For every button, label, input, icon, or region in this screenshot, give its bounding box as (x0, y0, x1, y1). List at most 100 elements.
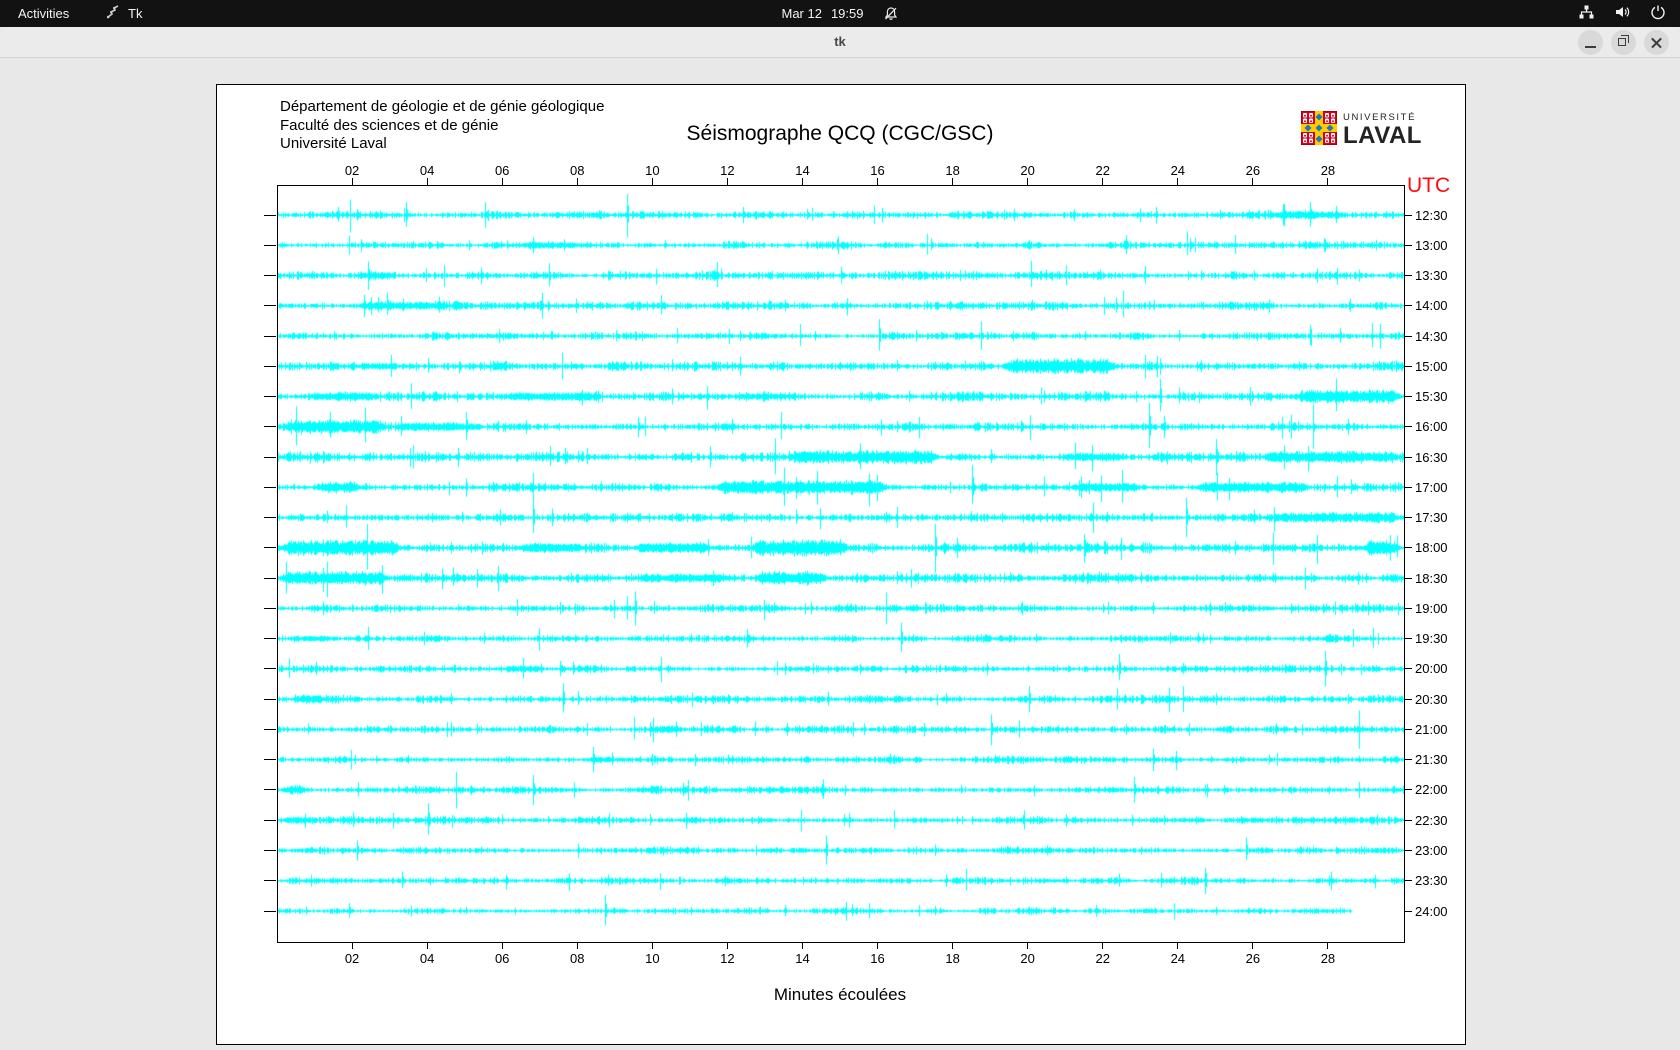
trace-tick-right (1404, 880, 1412, 881)
trace-tick-right (1404, 547, 1412, 548)
x-tick-label-bottom: 28 (1308, 951, 1348, 966)
tk-icon (106, 5, 121, 23)
trace-tick-right (1404, 850, 1412, 851)
trace-tick-left (264, 487, 276, 488)
utc-time-label: 14:00 (1415, 298, 1448, 313)
utc-time-label: 13:30 (1415, 268, 1448, 283)
utc-time-label: 24:00 (1415, 904, 1448, 919)
trace-tick-left (264, 850, 276, 851)
universite-laval-logo: UNIVERSITÉ LAVAL (1301, 111, 1422, 150)
trace-tick-right (1404, 396, 1412, 397)
utc-time-label: 15:30 (1415, 389, 1448, 404)
x-tick-label-top: 16 (858, 163, 898, 178)
trace-tick-left (264, 245, 276, 246)
trace-tick-right (1404, 911, 1412, 912)
x-tick-top (502, 178, 503, 185)
trace-tick-right (1404, 426, 1412, 427)
x-tick-label-bottom: 10 (632, 951, 672, 966)
x-tick-bottom (1177, 942, 1178, 949)
trace-tick-left (264, 911, 276, 912)
trace-tick-left (264, 759, 276, 760)
x-tick-label-top: 26 (1233, 163, 1273, 178)
trace-tick-left (264, 215, 276, 216)
trace-tick-left (264, 789, 276, 790)
x-tick-label-bottom: 08 (557, 951, 597, 966)
x-tick-label-top: 20 (1008, 163, 1048, 178)
focused-app-indicator[interactable]: Tk (106, 0, 142, 27)
trace-tick-left (264, 638, 276, 639)
x-tick-label-bottom: 06 (482, 951, 522, 966)
x-tick-label-bottom: 18 (933, 951, 973, 966)
trace-tick-left (264, 608, 276, 609)
trace-tick-right (1404, 336, 1412, 337)
activities-button[interactable]: Activities (18, 0, 69, 27)
x-tick-bottom (877, 942, 878, 949)
x-tick-bottom (352, 942, 353, 949)
clock-menu[interactable]: Mar 12 19:59 (0, 0, 1680, 27)
x-tick-bottom (1102, 942, 1103, 949)
window-titlebar[interactable]: tk (0, 27, 1680, 58)
x-tick-bottom (952, 942, 953, 949)
trace-tick-left (264, 880, 276, 881)
focused-app-name: Tk (128, 6, 142, 21)
trace-tick-left (264, 396, 276, 397)
trace-tick-left (264, 668, 276, 669)
gnome-top-bar: Activities Tk Mar 12 19:59 (0, 0, 1680, 27)
x-tick-label-top: 22 (1083, 163, 1123, 178)
x-tick-label-bottom: 20 (1008, 951, 1048, 966)
x-tick-bottom (577, 942, 578, 949)
x-tick-top (952, 178, 953, 185)
x-tick-label-bottom: 04 (407, 951, 447, 966)
network-wired-icon (1578, 4, 1595, 23)
x-tick-label-bottom: 26 (1233, 951, 1273, 966)
minimize-button[interactable] (1578, 30, 1603, 55)
trace-tick-right (1404, 668, 1412, 669)
maximize-button[interactable] (1611, 30, 1636, 55)
close-button[interactable] (1644, 30, 1669, 55)
trace-tick-left (264, 699, 276, 700)
trace-tick-right (1404, 517, 1412, 518)
x-tick-label-top: 12 (707, 163, 747, 178)
x-tick-bottom (1327, 942, 1328, 949)
x-tick-label-bottom: 24 (1158, 951, 1198, 966)
bell-muted-icon (883, 6, 899, 22)
utc-time-label: 21:00 (1415, 722, 1448, 737)
trace-tick-right (1404, 275, 1412, 276)
trace-tick-left (264, 547, 276, 548)
trace-tick-right (1404, 759, 1412, 760)
x-tick-label-bottom: 02 (332, 951, 372, 966)
page-title: Séismographe QCQ (CGC/GSC) (0, 122, 1680, 146)
x-tick-top (1177, 178, 1178, 185)
clock-date: Mar 12 (781, 6, 821, 21)
x-tick-top (427, 178, 428, 185)
trace-tick-right (1404, 215, 1412, 216)
trace-tick-right (1404, 305, 1412, 306)
x-tick-top (352, 178, 353, 185)
x-tick-label-top: 14 (782, 163, 822, 178)
utc-time-label: 19:00 (1415, 601, 1448, 616)
utc-time-label: 13:00 (1415, 238, 1448, 253)
x-tick-top (1327, 178, 1328, 185)
trace-tick-right (1404, 487, 1412, 488)
x-tick-bottom (802, 942, 803, 949)
maximize-icon (1618, 38, 1626, 46)
utc-time-label: 17:00 (1415, 480, 1448, 495)
trace-tick-left (264, 305, 276, 306)
trace-tick-right (1404, 699, 1412, 700)
power-icon (1650, 4, 1666, 23)
trace-tick-right (1404, 457, 1412, 458)
x-tick-label-top: 02 (332, 163, 372, 178)
x-tick-label-top: 08 (557, 163, 597, 178)
utc-axis-label: UTC (1407, 174, 1450, 198)
x-axis-title: Minutes écoulées (0, 985, 1680, 1005)
trace-tick-left (264, 729, 276, 730)
logo-laval-text: LAVAL (1343, 124, 1422, 148)
x-tick-top (652, 178, 653, 185)
utc-time-label: 18:30 (1415, 571, 1448, 586)
trace-tick-right (1404, 608, 1412, 609)
x-tick-bottom (427, 942, 428, 949)
utc-time-label: 20:30 (1415, 692, 1448, 707)
system-status-area[interactable] (1578, 0, 1666, 27)
utc-time-label: 16:00 (1415, 419, 1448, 434)
minimize-icon (1585, 46, 1596, 48)
